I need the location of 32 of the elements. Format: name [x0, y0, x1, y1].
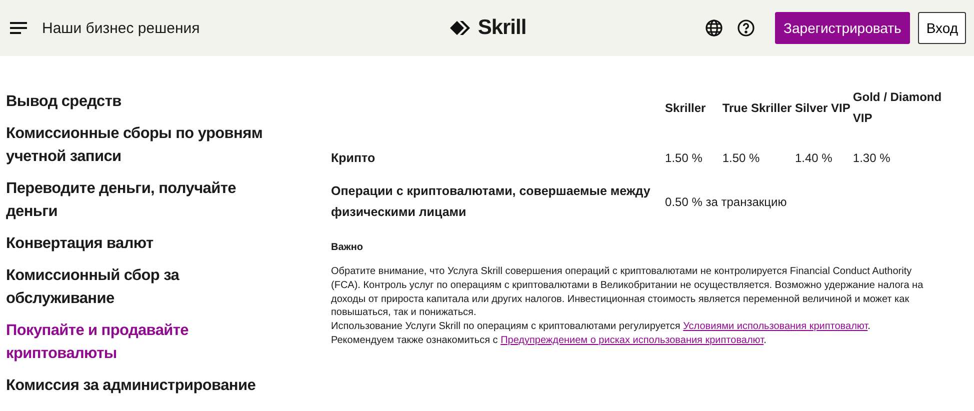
sidebar-link[interactable]: Комиссия за администрирование [6, 374, 276, 397]
register-button[interactable]: Зарегистрировать [774, 12, 910, 44]
menu-label[interactable]: Наши бизнес решения [42, 20, 200, 36]
table-cell-text: 1.50 % [665, 150, 704, 166]
notice-title: Важно [331, 242, 364, 253]
terms-link[interactable]: Предупреждением о рисках использования криптовалют [500, 334, 764, 346]
notice-text: Обратите внимание, что Услуга Skrill совершения операций с криптовалютами не контролируется Financial Conduct Authority (FCA). Контроль услуг по операциям с криптовалютами в Великобритании не осуществляется. Возможно удержание налога на доходы от прироста капитала или других налогов. Инвестиционная стоимость является переменной величиной и может как повышаться, так и понижаться. [331, 265, 924, 320]
table-cell-text: 0.50 % за транзакцию [665, 194, 788, 210]
column-header: Gold / Diamond VIP [852, 89, 943, 127]
terms-link[interactable]: Условиями использования криптовалют [683, 321, 868, 332]
globe-icon[interactable] [704, 19, 723, 37]
row-label: Операции с криптовалютами, совершаемые между физическими лицами [331, 180, 666, 224]
sidebar-link[interactable]: Комиссионный сбор за обслуживание [6, 264, 276, 310]
column-header: Silver VIP [794, 87, 853, 136]
table-cell-text: 1.40 % [794, 150, 834, 166]
diamond-logo-icon [450, 21, 472, 35]
notice-text: Рекомендуем также ознакомиться с Предупреждением о рисках использования криптовалют. [331, 334, 768, 348]
column-header: True Skriller [722, 87, 795, 136]
notice-text: Использование Услуги Skrill по операциям с криптовалютами регулируется Условиями использования криптовалют. [331, 320, 872, 334]
menu-icon[interactable] [10, 21, 28, 35]
sidebar-link[interactable]: Переводите деньги, получайте деньги [6, 177, 276, 223]
table-cell-text: 1.50 % [722, 150, 761, 166]
logo-text[interactable]: Skrill [478, 16, 526, 40]
row-label: Крипто [331, 150, 376, 167]
column-header: Skriller [665, 87, 722, 136]
sidebar-link[interactable]: Покупайте и продавайте криптовалюты [6, 319, 276, 365]
sidebar-link[interactable]: Конвертация валют [6, 232, 276, 255]
table-cell-text: 1.30 % [852, 150, 892, 166]
sidebar-link[interactable]: Вывод средств [6, 90, 276, 113]
login-button[interactable]: Вход [918, 12, 966, 44]
sidebar-link[interactable]: Комиссионные сборы по уровням учетной записи [6, 122, 276, 168]
help-icon[interactable] [736, 19, 755, 37]
